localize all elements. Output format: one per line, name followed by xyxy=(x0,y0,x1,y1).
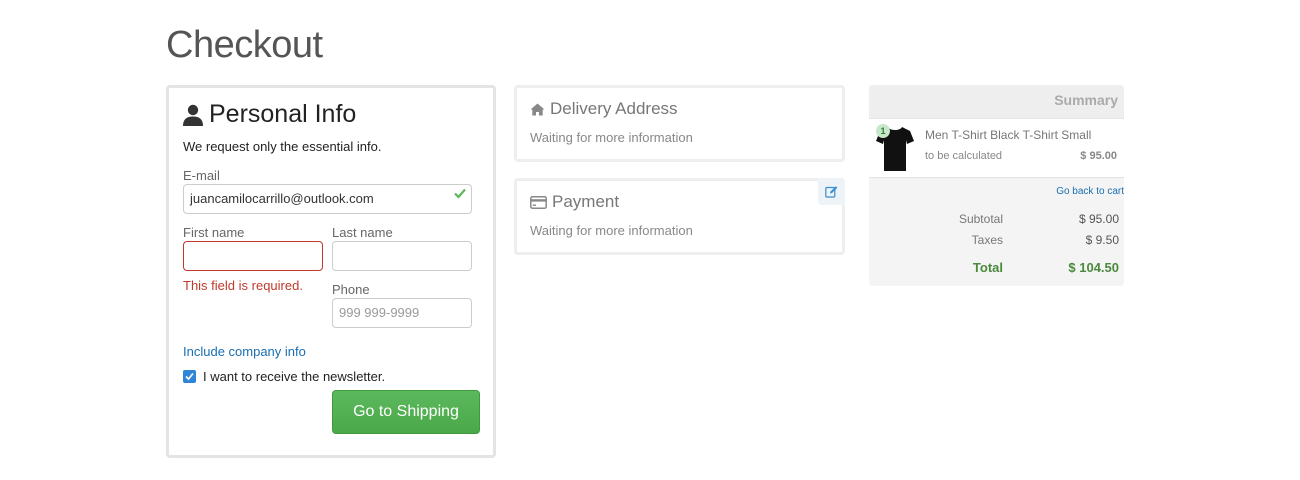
user-icon xyxy=(183,104,203,126)
summary-header: Summary xyxy=(869,85,1124,119)
credit-card-icon xyxy=(530,195,547,209)
delivery-status: Waiting for more information xyxy=(530,130,693,145)
personal-info-intro: We request only the essential info. xyxy=(183,139,382,154)
summary-title: Summary xyxy=(1054,92,1118,108)
subtotal-value: $ 95.00 xyxy=(1078,212,1119,226)
email-field[interactable]: juancamilocarrillo@outlook.com xyxy=(183,184,472,214)
edit-payment-button[interactable] xyxy=(818,178,845,205)
phone-label: Phone xyxy=(332,282,370,297)
item-quantity-badge: 1 xyxy=(876,124,890,138)
newsletter-option[interactable]: I want to receive the newsletter. xyxy=(183,369,385,384)
first-name-field[interactable] xyxy=(183,241,323,271)
item-price: $ 95.00 xyxy=(1080,150,1117,162)
delivery-heading: Delivery Address xyxy=(530,99,678,119)
checkbox-icon[interactable] xyxy=(183,370,196,383)
last-name-label: Last name xyxy=(332,225,393,240)
payment-heading: Payment xyxy=(530,192,619,212)
taxes-value: $ 9.50 xyxy=(1085,233,1119,247)
payment-title: Payment xyxy=(552,192,620,211)
page-title: Checkout xyxy=(166,24,323,66)
delivery-address-panel: Delivery Address Waiting for more inform… xyxy=(514,85,845,162)
newsletter-label: I want to receive the newsletter. xyxy=(203,369,386,384)
total-label: Total xyxy=(972,260,1003,275)
go-back-to-cart-link[interactable]: Go back to cart xyxy=(1056,186,1124,197)
edit-icon xyxy=(825,186,838,198)
home-icon xyxy=(530,103,545,115)
taxes-label: Taxes xyxy=(971,233,1003,247)
go-to-shipping-button[interactable]: Go to Shipping xyxy=(332,390,480,434)
total-value: $ 104.50 xyxy=(1068,260,1119,275)
email-value: juancamilocarrillo@outlook.com xyxy=(190,191,374,206)
subtotal-label: Subtotal xyxy=(958,212,1003,226)
item-shipping: to be calculated xyxy=(925,150,1003,162)
phone-field[interactable]: 999 999-9999 xyxy=(332,298,472,328)
first-name-error: This field is required. xyxy=(183,278,303,293)
check-icon xyxy=(454,188,466,199)
first-name-label: First name xyxy=(183,225,245,240)
delivery-title: Delivery Address xyxy=(550,99,678,118)
payment-panel: Payment Waiting for more information xyxy=(514,178,845,255)
phone-placeholder: 999 999-9999 xyxy=(339,305,420,320)
cart-item: 1 Men T-Shirt Black T-Shirt Small to be … xyxy=(869,119,1124,178)
personal-info-title: Personal Info xyxy=(209,100,357,128)
item-name: Men T-Shirt Black T-Shirt Small xyxy=(925,128,1092,142)
email-label: E-mail xyxy=(183,168,220,183)
include-company-link[interactable]: Include company info xyxy=(183,344,306,359)
personal-info-heading: Personal Info xyxy=(183,100,356,129)
order-summary-panel: Summary 1 Men T-Shirt Black T-Shirt Smal… xyxy=(869,85,1124,286)
payment-status: Waiting for more information xyxy=(530,223,693,238)
last-name-field[interactable] xyxy=(332,241,472,271)
personal-info-panel: Personal Info We request only the essent… xyxy=(166,85,496,458)
